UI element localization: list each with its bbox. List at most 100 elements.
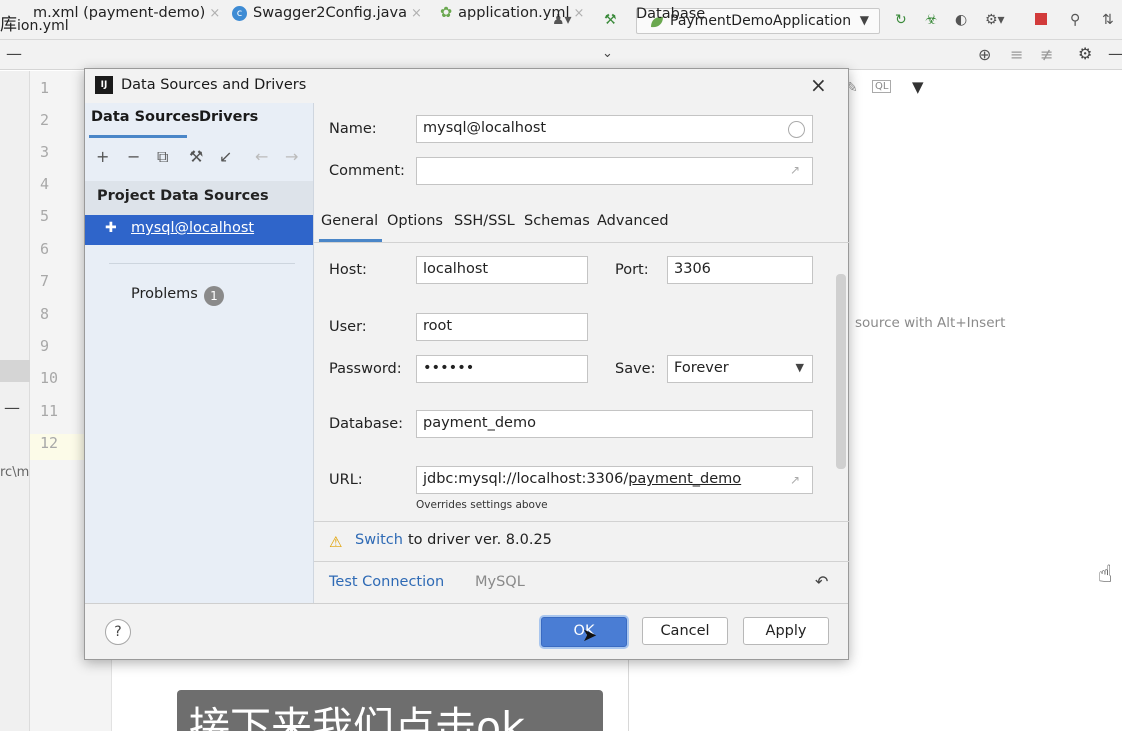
- video-subtitle: 接下来我们点击ok: [189, 703, 525, 731]
- debug-icon[interactable]: ☣: [925, 12, 938, 28]
- line-number: 9: [40, 337, 50, 355]
- close-icon[interactable]: ×: [573, 6, 584, 21]
- tab-general[interactable]: General: [321, 213, 378, 229]
- warning-icon: ⚠: [329, 533, 343, 551]
- tab-advanced[interactable]: Advanced: [597, 213, 669, 229]
- cancel-button[interactable]: Cancel: [642, 617, 728, 645]
- url-label: URL:: [329, 472, 363, 488]
- expand-icon[interactable]: ↗: [790, 163, 800, 177]
- strip-minus-icon[interactable]: —: [4, 398, 20, 417]
- user-field[interactable]: root: [416, 313, 588, 341]
- tab-drivers[interactable]: Drivers: [199, 109, 258, 125]
- tab-application-yml[interactable]: ✿ application.yml ×: [440, 5, 584, 21]
- active-tab-indicator: [89, 135, 187, 138]
- driver-name[interactable]: MySQL: [475, 574, 525, 590]
- save-select[interactable]: Forever ▼: [667, 355, 813, 383]
- database-label: Database:: [329, 416, 404, 432]
- chevron-down-icon: ▼: [859, 13, 869, 27]
- port-label: Port:: [615, 262, 649, 278]
- collapse-all-icon[interactable]: ≢: [1040, 45, 1053, 64]
- console-icon[interactable]: QL: [872, 80, 892, 93]
- wrench-icon[interactable]: ⚒: [189, 147, 203, 166]
- stop-icon[interactable]: [1035, 13, 1047, 25]
- line-number: 1: [40, 79, 50, 97]
- reset-icon[interactable]: ↶: [815, 572, 828, 591]
- problems-label[interactable]: Problems: [131, 286, 198, 302]
- host-field[interactable]: localhost: [416, 256, 588, 284]
- problems-count-badge: 1: [204, 286, 224, 306]
- line-number: 3: [40, 143, 50, 161]
- hide-panel-icon[interactable]: —: [1108, 44, 1122, 63]
- save-label: Save:: [615, 361, 656, 377]
- tab-pom[interactable]: m.xml (payment-demo) ×: [33, 5, 220, 21]
- test-connection-link[interactable]: Test Connection: [329, 574, 444, 590]
- scrollbar-thumb[interactable]: [836, 274, 846, 469]
- profile-icon[interactable]: ⚙▾: [985, 12, 1005, 28]
- line-number: 4: [40, 175, 50, 193]
- user-label: User:: [329, 319, 367, 335]
- divider: [314, 561, 849, 562]
- gear-icon[interactable]: ⚙: [1078, 44, 1092, 63]
- chevron-down-icon: ▼: [795, 361, 804, 374]
- url-field[interactable]: jdbc:mysql://localhost:3306/payment_demo: [416, 466, 813, 494]
- coverage-icon[interactable]: ◐: [955, 12, 967, 28]
- yml-leaf-icon: ✿: [440, 5, 453, 21]
- port-field[interactable]: 3306: [667, 256, 813, 284]
- line-number: 5: [40, 207, 50, 225]
- save-select-value: Forever: [674, 360, 729, 376]
- expand-all-icon[interactable]: ≡: [1010, 45, 1023, 64]
- comment-field[interactable]: [416, 157, 813, 185]
- host-label: Host:: [329, 262, 367, 278]
- line-number: 12: [40, 434, 59, 452]
- url-note: Overrides settings above: [416, 499, 548, 511]
- tab-data-sources[interactable]: Data Sources: [91, 109, 200, 125]
- tab-schemas[interactable]: Schemas: [524, 213, 590, 229]
- database-field[interactable]: payment_demo: [416, 410, 813, 438]
- back-arrow-icon[interactable]: ←: [255, 147, 268, 166]
- remove-icon[interactable]: −: [127, 147, 140, 166]
- password-field[interactable]: ••••••: [416, 355, 588, 383]
- dialog-footer: [85, 603, 848, 659]
- hammer-icon[interactable]: ⚒: [604, 12, 617, 28]
- name-label: Name:: [329, 121, 377, 137]
- active-tab-indicator: [319, 239, 382, 242]
- tab-ssh-ssl[interactable]: SSH/SSL: [454, 213, 515, 229]
- strip-selected-marker: [0, 360, 30, 382]
- crosshair-icon[interactable]: ⊕: [978, 45, 991, 64]
- tab-swagger2config[interactable]: c Swagger2Config.java ×: [232, 5, 422, 21]
- apply-button[interactable]: Apply: [743, 617, 829, 645]
- rerun-icon[interactable]: ↻: [895, 12, 907, 28]
- editor-tab-bar: [0, 40, 1122, 70]
- color-circle-icon[interactable]: [788, 121, 805, 138]
- translate-icon[interactable]: ⇅: [1102, 12, 1114, 28]
- duplicate-icon[interactable]: ⧉: [157, 147, 168, 167]
- close-icon[interactable]: ×: [209, 6, 220, 21]
- tabs-overflow-chevron-icon[interactable]: ⌄: [602, 46, 613, 61]
- search-icon[interactable]: ⚲: [1070, 12, 1080, 28]
- filter-icon[interactable]: ▼: [912, 78, 924, 96]
- url-database: payment_demo: [628, 471, 742, 487]
- minimize-icon[interactable]: —: [6, 44, 22, 63]
- import-icon[interactable]: ↙: [219, 147, 232, 166]
- settings-tabs: General Options SSH/SSL Schemas Advanced: [314, 201, 849, 243]
- line-number: 2: [40, 111, 50, 129]
- forward-arrow-icon[interactable]: →: [285, 147, 298, 166]
- sidebar-divider: [109, 263, 295, 264]
- expand-icon[interactable]: ↗: [790, 473, 800, 487]
- empty-panel-hint: source with Alt+Insert: [855, 315, 1006, 331]
- line-number: 8: [40, 305, 50, 323]
- name-field[interactable]: mysql@localhost: [416, 115, 813, 143]
- switch-driver-link[interactable]: Switch: [355, 532, 403, 548]
- tab-options[interactable]: Options: [387, 213, 443, 229]
- close-icon[interactable]: ×: [810, 73, 827, 97]
- window-title-prefix: 库: [0, 15, 17, 35]
- left-clip-text: rc\m: [0, 465, 30, 480]
- line-number: 10: [40, 369, 59, 387]
- add-icon[interactable]: +: [96, 147, 109, 166]
- data-source-item-label[interactable]: mysql@localhost: [131, 220, 254, 236]
- help-button[interactable]: ?: [105, 619, 131, 645]
- intellij-logo-icon: IJ: [95, 76, 113, 94]
- line-number: 11: [40, 402, 59, 420]
- close-icon[interactable]: ×: [411, 6, 422, 21]
- hand-cursor-icon: ☝: [1098, 560, 1113, 588]
